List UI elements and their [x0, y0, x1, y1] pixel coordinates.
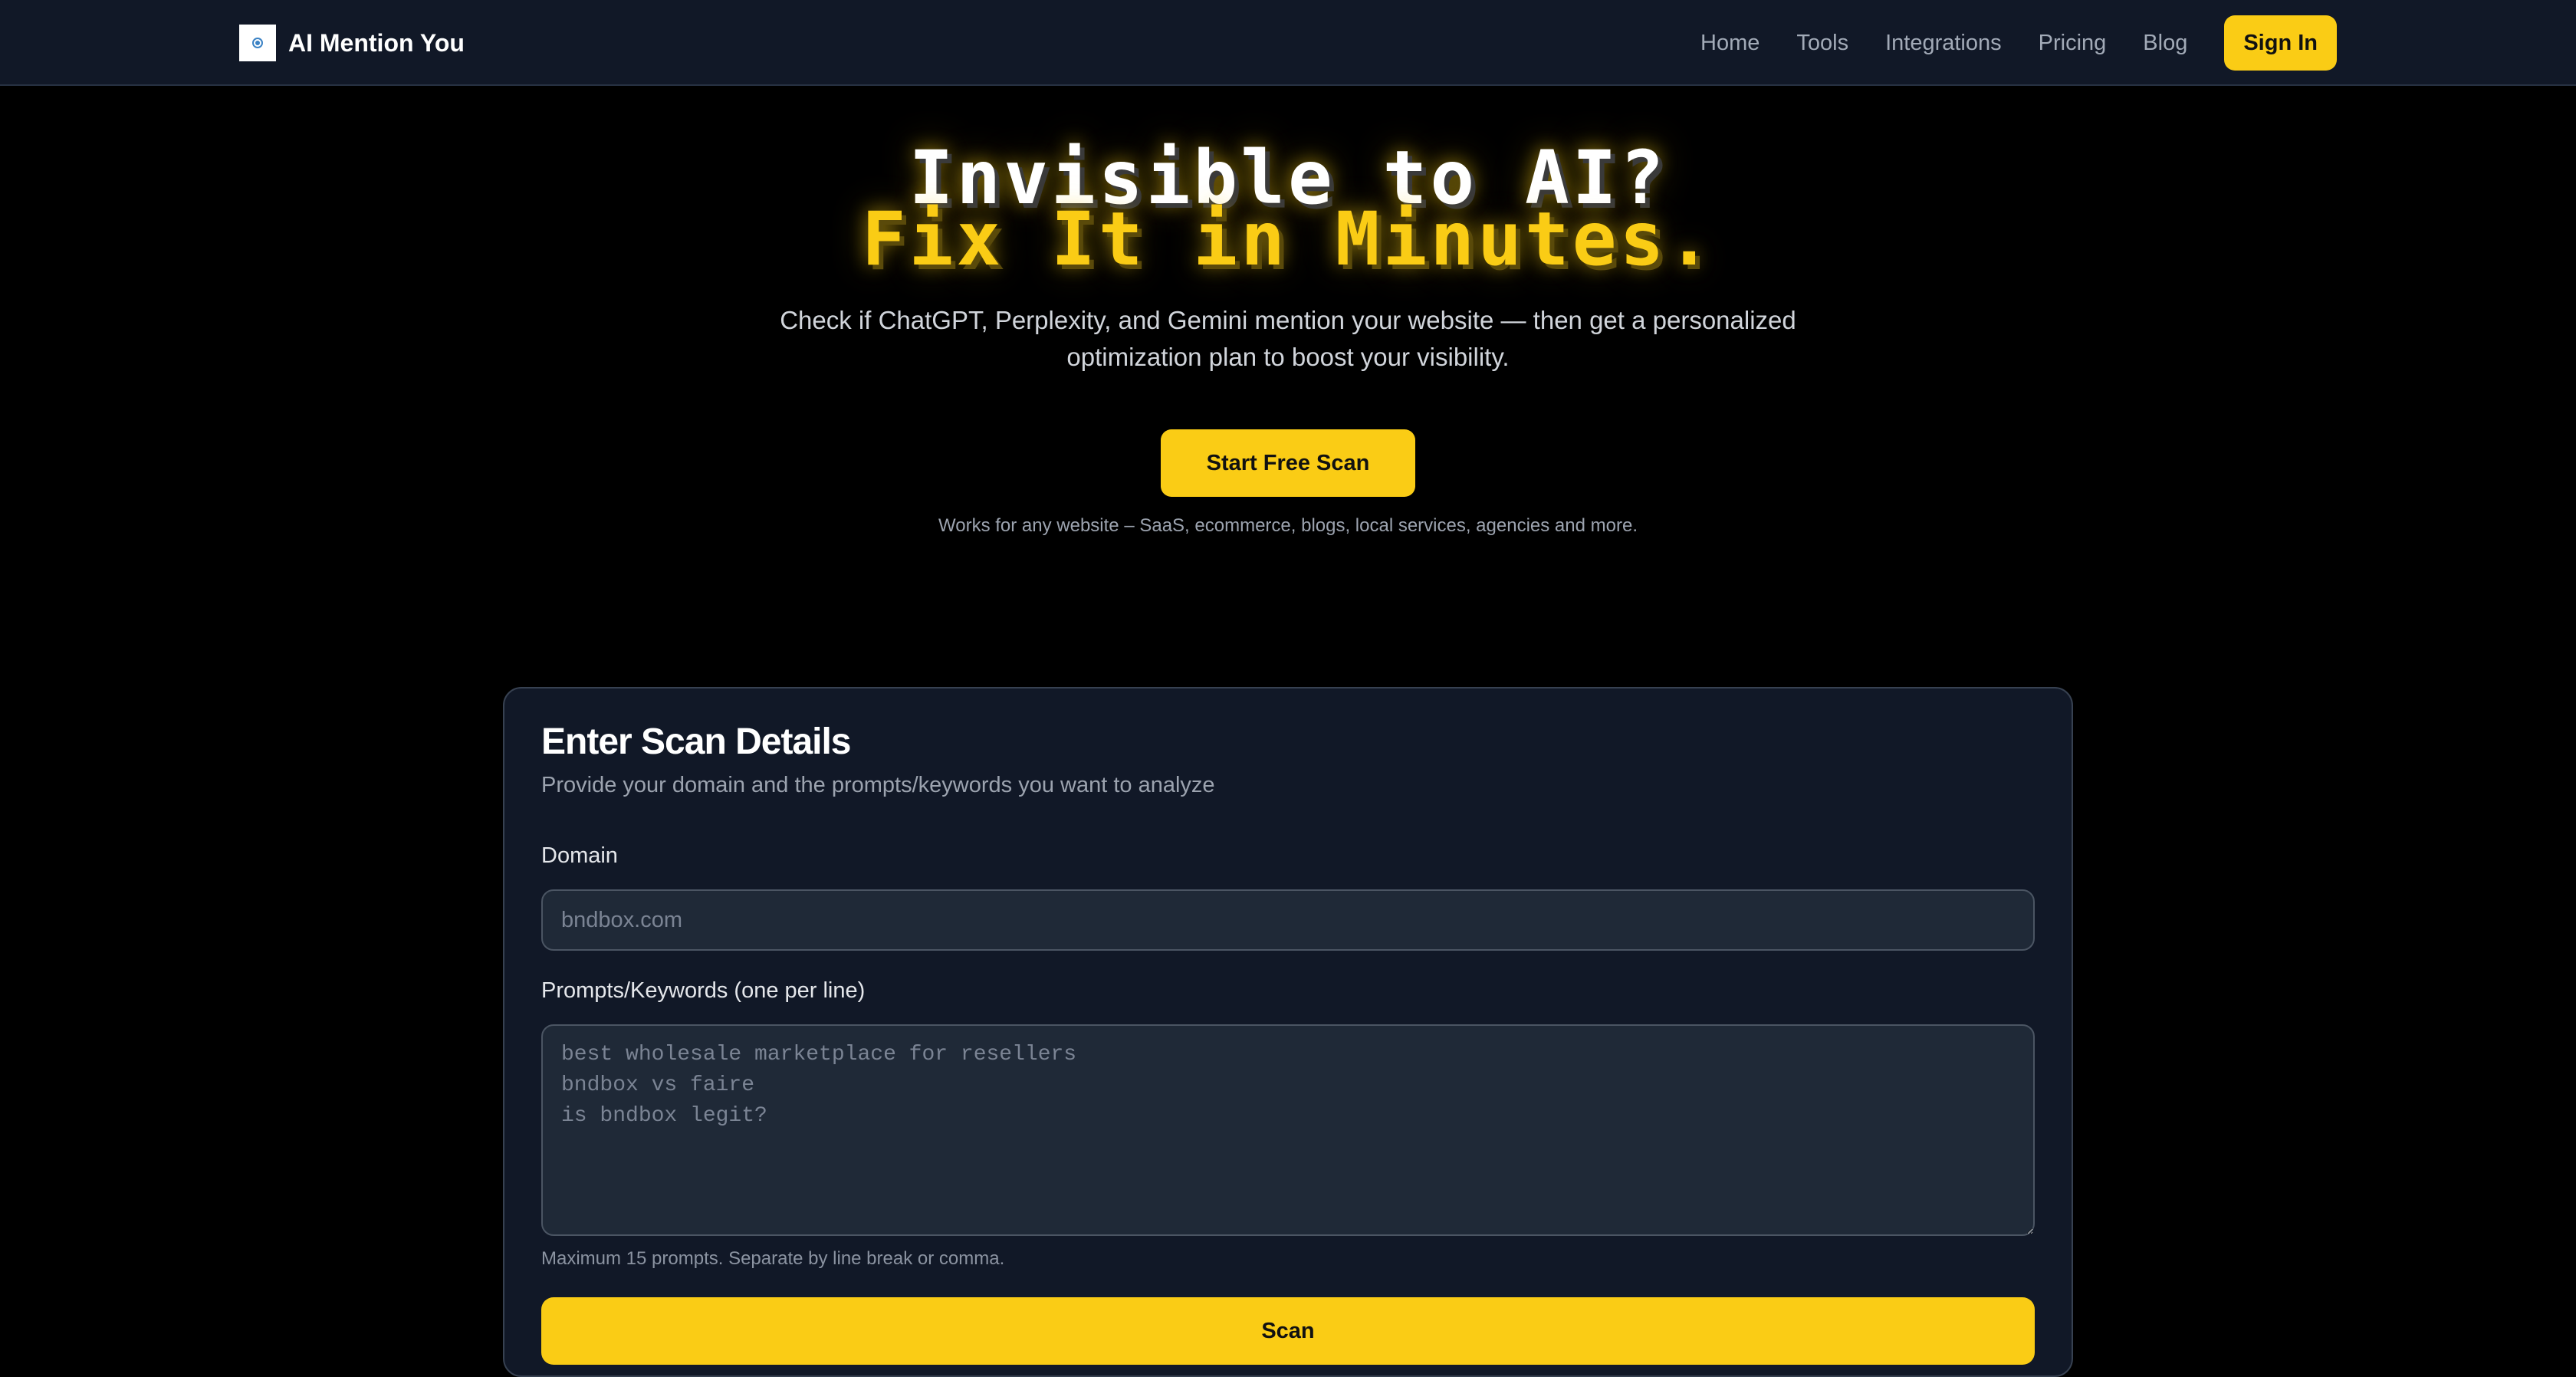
- nav-link-integrations[interactable]: Integrations: [1885, 31, 2002, 56]
- top-navbar: AI Mention You Home Tools Integrations P…: [0, 0, 2576, 86]
- nav-link-blog[interactable]: Blog: [2143, 31, 2187, 56]
- hero-subtitle: Check if ChatGPT, Perplexity, and Gemini…: [780, 306, 1796, 371]
- nav-link-tools[interactable]: Tools: [1796, 31, 1848, 56]
- card-title: Enter Scan Details: [541, 721, 851, 762]
- nav-link-pricing[interactable]: Pricing: [2039, 31, 2107, 56]
- scan-details-card: Enter Scan Details Provide your domain a…: [503, 687, 2073, 1377]
- hero-headline-line2: Fix It in Minutes.: [861, 196, 1715, 282]
- start-free-scan-button[interactable]: Start Free Scan: [1161, 429, 1415, 497]
- scan-button[interactable]: Scan: [541, 1297, 2035, 1365]
- domain-input[interactable]: [541, 889, 2035, 951]
- sign-in-button[interactable]: Sign In: [2224, 15, 2337, 71]
- nav-link-home[interactable]: Home: [1700, 31, 1760, 56]
- domain-label: Domain: [541, 843, 618, 868]
- brand-home-link[interactable]: AI Mention You: [239, 25, 465, 61]
- target-icon: [239, 25, 276, 61]
- nav-links: Home Tools Integrations Pricing Blog Sig…: [1700, 15, 2337, 71]
- brand-name: AI Mention You: [288, 28, 465, 57]
- prompts-textarea[interactable]: [541, 1024, 2035, 1236]
- prompts-hint: Maximum 15 prompts. Separate by line bre…: [541, 1248, 1005, 1269]
- works-note: Works for any website – SaaS, ecommerce,…: [938, 515, 1638, 536]
- prompts-label: Prompts/Keywords (one per line): [541, 978, 866, 1003]
- card-description: Provide your domain and the prompts/keyw…: [541, 773, 1215, 797]
